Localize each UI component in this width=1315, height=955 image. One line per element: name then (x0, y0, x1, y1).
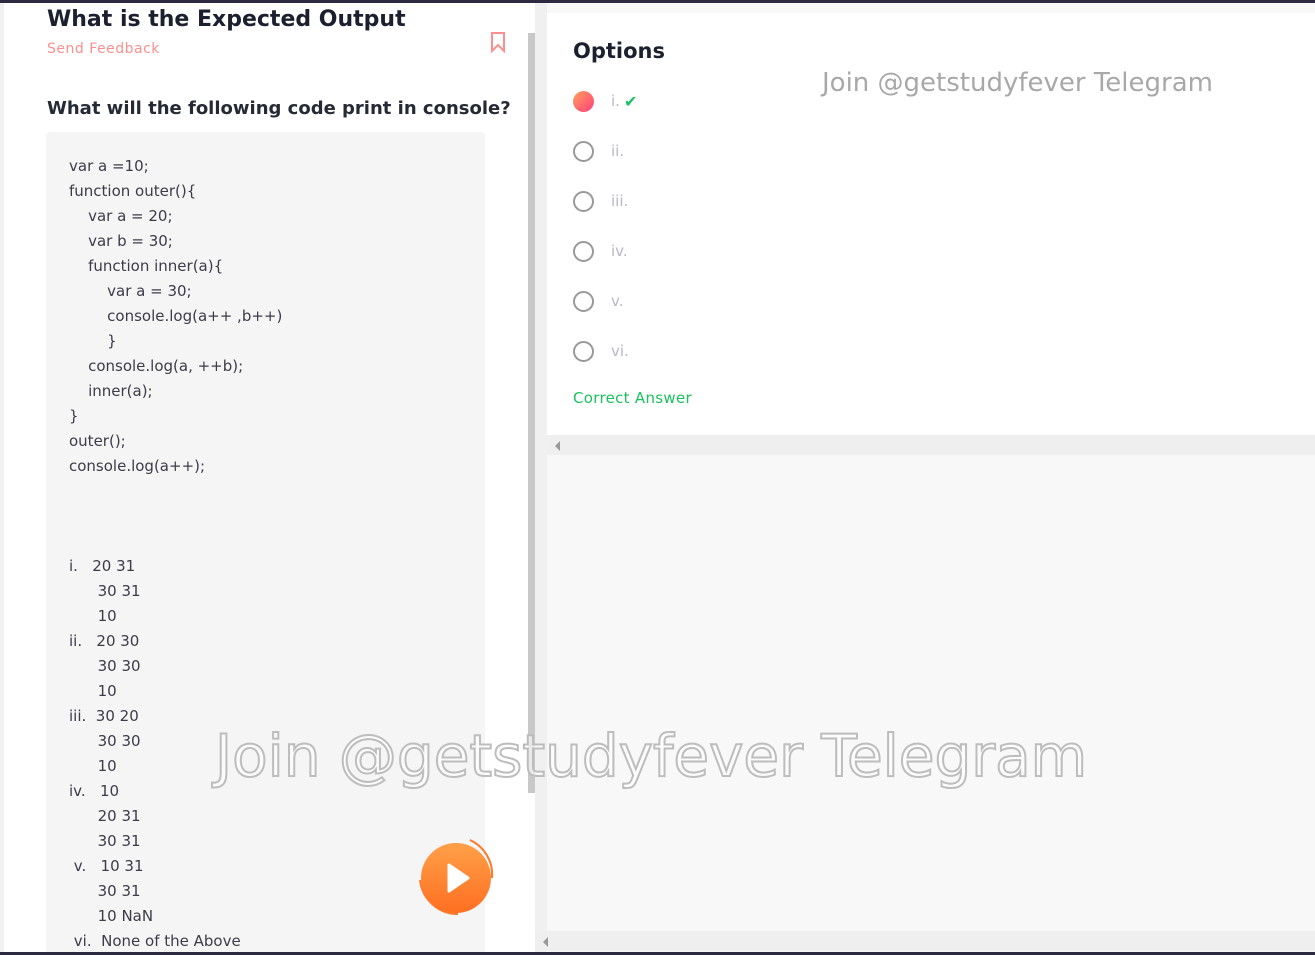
option-label: i. (611, 92, 620, 110)
answer-choice-line: vi. None of the Above (69, 932, 241, 950)
radio-button[interactable] (573, 190, 594, 212)
option-1[interactable]: i. ✔ (573, 89, 637, 113)
answer-choice-line: 30 31 (69, 582, 141, 600)
option-5[interactable]: v. (573, 289, 623, 313)
horizontal-scrollbar-bottom[interactable] (535, 931, 1315, 951)
answer-choice-line: i. 20 31 (69, 557, 136, 575)
horizontal-scrollbar[interactable] (547, 435, 1315, 455)
answer-choice-line: ii. 20 30 (69, 632, 140, 650)
option-6[interactable]: vi. (573, 339, 629, 363)
option-label: iv. (611, 242, 628, 260)
answer-choice-line: 10 (69, 607, 117, 625)
option-2[interactable]: ii. (573, 139, 624, 163)
watermark: Join @getstudyfever Telegram (822, 68, 1213, 98)
code-line: function inner(a){ (69, 257, 224, 275)
options-title: Options (573, 39, 665, 63)
radio-button[interactable] (573, 240, 594, 262)
answer-choice-line: 10 (69, 682, 117, 700)
answer-choice-line: 20 31 (69, 807, 141, 825)
watermark-large: Join @getstudyfever Telegram (214, 721, 1088, 791)
code-line: var a = 20; (69, 207, 173, 225)
code-line: console.log(a, ++b); (69, 357, 244, 375)
code-line: var a = 30; (69, 282, 192, 300)
radio-button[interactable] (573, 340, 594, 362)
code-line: } (69, 407, 79, 425)
code-line: outer(); (69, 432, 126, 450)
scroll-left-icon[interactable] (543, 937, 548, 947)
code-line: var a =10; (69, 157, 149, 175)
option-label: iii. (611, 192, 629, 210)
code-line: console.log(a++); (69, 457, 206, 475)
option-label: v. (611, 292, 624, 310)
bookmark-icon[interactable] (490, 31, 506, 53)
option-4[interactable]: iv. (573, 239, 628, 263)
option-3[interactable]: iii. (573, 189, 628, 213)
scroll-left-icon[interactable] (555, 441, 560, 451)
code-line: var b = 30; (69, 232, 173, 250)
code-line: console.log(a++ ,b++) (69, 307, 283, 325)
checkmark-icon: ✔ (623, 91, 638, 111)
code-block: var a =10; function outer(){ var a = 20; … (46, 132, 485, 952)
option-label: vi. (611, 342, 629, 360)
send-feedback-link[interactable]: Send Feedback (47, 41, 160, 57)
vertical-scrollbar[interactable] (528, 33, 535, 793)
code-line: function outer(){ (69, 182, 197, 200)
radio-button[interactable] (573, 290, 594, 312)
question-prompt: What will the following code print in co… (47, 98, 511, 119)
code-line: } (69, 332, 117, 350)
play-button[interactable] (412, 832, 498, 918)
question-panel: What is the Expected Output Send Feedbac… (4, 3, 535, 952)
option-label: ii. (611, 142, 625, 160)
question-title: What is the Expected Output (47, 7, 406, 32)
code-line: inner(a); (69, 382, 153, 400)
radio-button[interactable] (573, 140, 594, 162)
answer-choice-line: 30 30 (69, 657, 141, 675)
correct-answer-label: Correct Answer (573, 389, 692, 407)
radio-button[interactable] (573, 90, 594, 112)
